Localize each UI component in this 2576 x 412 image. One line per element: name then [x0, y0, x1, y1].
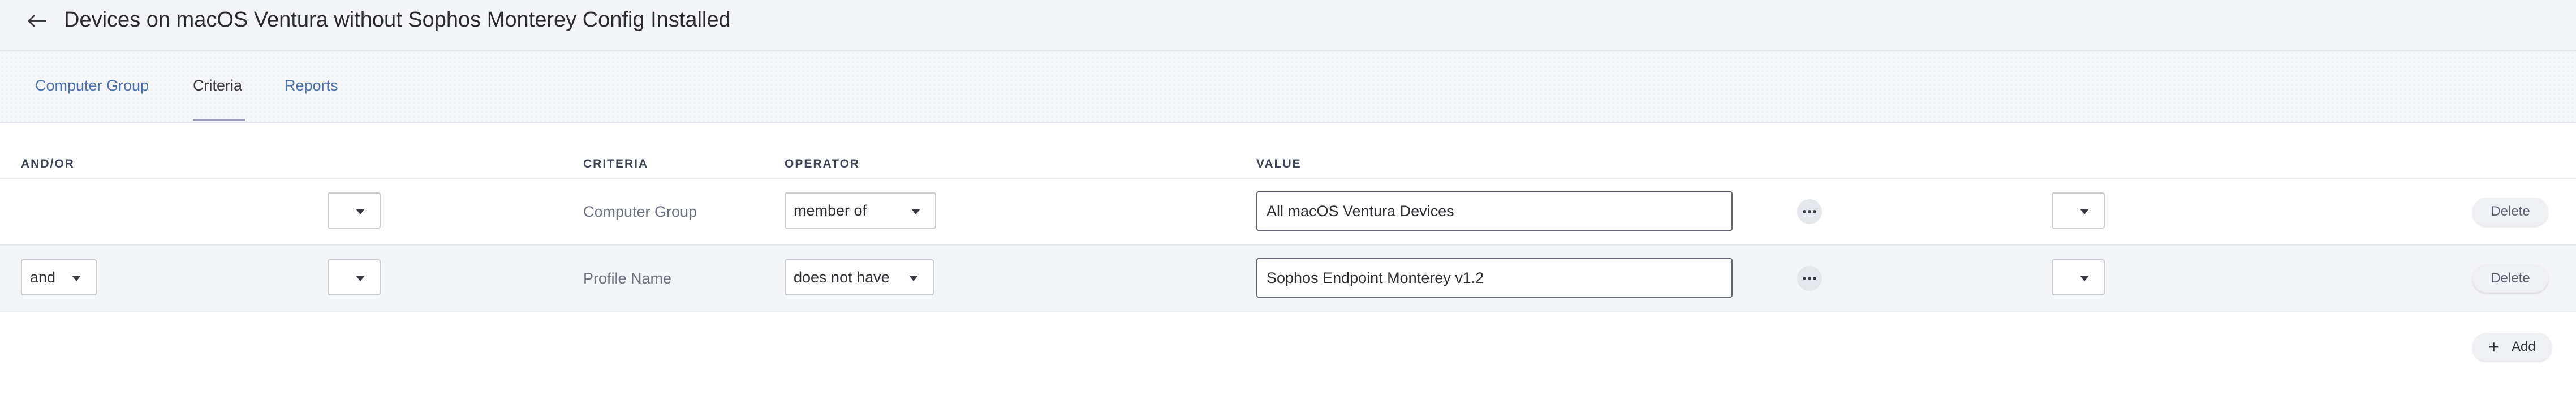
chevron-down-icon — [2080, 276, 2089, 281]
and-or-select[interactable]: and — [21, 259, 97, 295]
page-title: Devices on macOS Ventura without Sophos … — [64, 8, 731, 32]
delete-button[interactable]: Delete — [2472, 198, 2548, 226]
back-button[interactable] — [21, 8, 52, 34]
page: Devices on macOS Ventura without Sophos … — [0, 0, 2576, 412]
chevron-down-icon — [72, 276, 81, 281]
ellipsis-icon — [1803, 277, 1816, 280]
open-paren-select[interactable] — [328, 192, 381, 229]
column-header-criteria: CRITERIA — [583, 157, 649, 170]
close-paren-select[interactable] — [2052, 192, 2105, 229]
delete-button[interactable]: Delete — [2472, 264, 2548, 293]
tab-computer-group[interactable]: Computer Group — [35, 76, 149, 95]
add-button-label: Add — [2511, 339, 2536, 354]
operator-value: member of — [794, 201, 867, 219]
column-header-operator: OPERATOR — [785, 157, 860, 170]
arrow-left-icon — [28, 15, 46, 27]
tab-reports[interactable]: Reports — [285, 76, 338, 95]
column-header-and-or: AND/OR — [21, 157, 75, 170]
close-paren-select[interactable] — [2052, 259, 2105, 295]
chevron-down-icon — [909, 276, 918, 281]
page-header: Devices on macOS Ventura without Sophos … — [0, 0, 2576, 51]
chevron-down-icon — [356, 209, 365, 214]
value-input[interactable] — [1256, 191, 1733, 231]
more-options-button[interactable] — [1797, 266, 1822, 291]
row-divider — [0, 311, 2576, 312]
chevron-down-icon — [356, 276, 365, 281]
active-tab-indicator — [193, 119, 245, 121]
chevron-down-icon — [911, 209, 920, 214]
more-options-button[interactable] — [1797, 199, 1822, 224]
column-header-value: VALUE — [1256, 157, 1302, 170]
tab-criteria[interactable]: Criteria — [193, 76, 242, 95]
tab-bar: Computer Group Criteria Reports — [0, 51, 2576, 123]
ellipsis-icon — [1803, 210, 1816, 213]
plus-icon: + — [2488, 337, 2499, 357]
operator-value: does not have — [794, 268, 890, 286]
value-input[interactable] — [1256, 258, 1733, 298]
and-or-value: and — [30, 268, 56, 286]
chevron-down-icon — [2080, 209, 2089, 214]
operator-select[interactable]: does not have — [785, 259, 934, 295]
add-criterion-button[interactable]: + Add — [2472, 333, 2552, 361]
open-paren-select[interactable] — [328, 259, 381, 295]
criteria-name: Computer Group — [583, 203, 697, 220]
operator-select[interactable]: member of — [785, 192, 936, 229]
criteria-name: Profile Name — [583, 270, 672, 287]
